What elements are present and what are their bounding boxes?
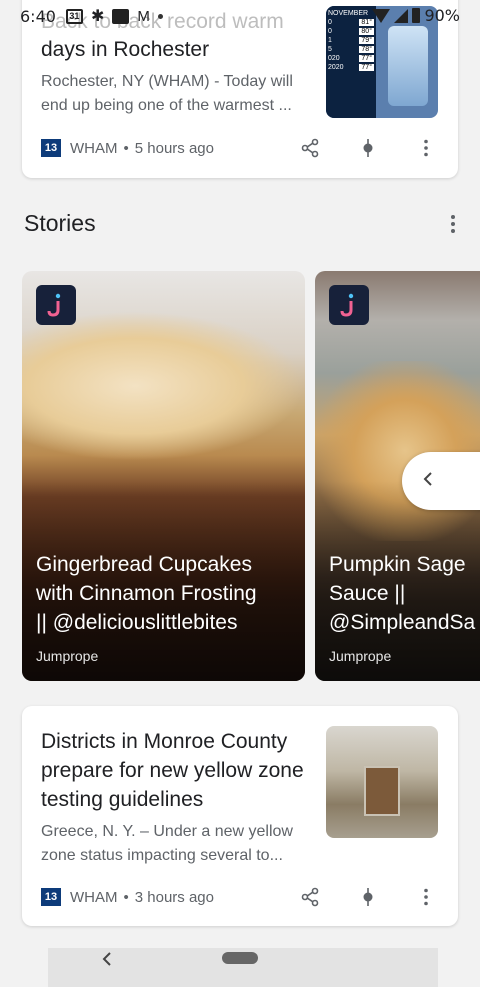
share-icon[interactable] [300, 138, 320, 158]
story-title: Pumpkin Sage Sauce || @SimpleandSa [329, 553, 476, 634]
jumprope-logo-icon [36, 285, 76, 325]
article-snippet: Rochester, NY (WHAM) - Today will end up… [41, 73, 293, 114]
control-visibility-icon[interactable] [358, 138, 378, 158]
thumb-row: 020 77° [328, 55, 374, 62]
slack-icon: ✱ [90, 8, 105, 25]
battery-icon [412, 8, 421, 23]
nav-home-handle[interactable] [222, 952, 258, 964]
article-meta: 13 WHAM • 3 hours ago [41, 888, 214, 906]
article-source: WHAM [70, 888, 118, 906]
story-card-1[interactable]: Gingerbread Cupcakes with Cinnamon Frost… [22, 271, 305, 681]
story-title: Gingerbread Cupcakes with Cinnamon Frost… [36, 553, 257, 634]
more-options-icon[interactable] [416, 138, 436, 158]
article-card-2[interactable]: Districts in Monroe County prepare for n… [22, 706, 458, 926]
article-headline: Districts in Monroe County prepare for n… [41, 730, 304, 811]
jumprope-logo-icon [329, 285, 369, 325]
wifi-icon [372, 8, 391, 23]
article-actions [300, 138, 436, 158]
carousel-back-button[interactable] [402, 452, 480, 510]
stories-more-icon[interactable] [450, 214, 456, 239]
nav-back-icon[interactable] [102, 950, 112, 971]
more-options-icon[interactable] [416, 887, 436, 907]
thumb-row: 2020 77° [328, 64, 374, 71]
share-icon[interactable] [300, 887, 320, 907]
cellular-icon [394, 8, 409, 23]
story-source: Jumprope [36, 648, 99, 664]
thermometer-graphic [388, 26, 428, 106]
article-source: WHAM [70, 139, 118, 157]
article-snippet: Greece, N. Y. – Under a new yellow zone … [41, 823, 293, 864]
article-headline: days in Rochester [41, 38, 210, 61]
status-right: 90% [372, 6, 460, 25]
status-time: 6:40 [20, 6, 56, 26]
story-image-cupcake [22, 311, 305, 461]
control-visibility-icon[interactable] [358, 887, 378, 907]
notification-app-icon [112, 8, 130, 24]
calendar-icon: 31 [65, 8, 83, 24]
gmail-icon: M [137, 7, 150, 25]
article-time: 5 hours ago [134, 139, 214, 157]
stories-title: Stories [24, 210, 96, 236]
chevron-left-icon [422, 471, 434, 492]
article-time: 3 hours ago [134, 888, 214, 906]
more-notifications-dot [157, 13, 163, 19]
wham-logo: 13 [41, 888, 61, 906]
story-source: Jumprope [329, 648, 392, 664]
battery-level: 90% [424, 6, 460, 25]
meta-separator: • [123, 139, 129, 157]
hallway-door [364, 766, 400, 816]
wham-logo: 13 [41, 139, 61, 157]
article-actions [300, 887, 436, 907]
status-bar: 6:40 31 ✱ M 90% [0, 0, 480, 32]
article-thumbnail[interactable] [326, 726, 438, 838]
thumb-row: 1 79° [328, 37, 374, 44]
thumb-row: 5 78° [328, 46, 374, 53]
article-meta: 13 WHAM • 5 hours ago [41, 139, 214, 157]
meta-separator: • [123, 888, 129, 906]
